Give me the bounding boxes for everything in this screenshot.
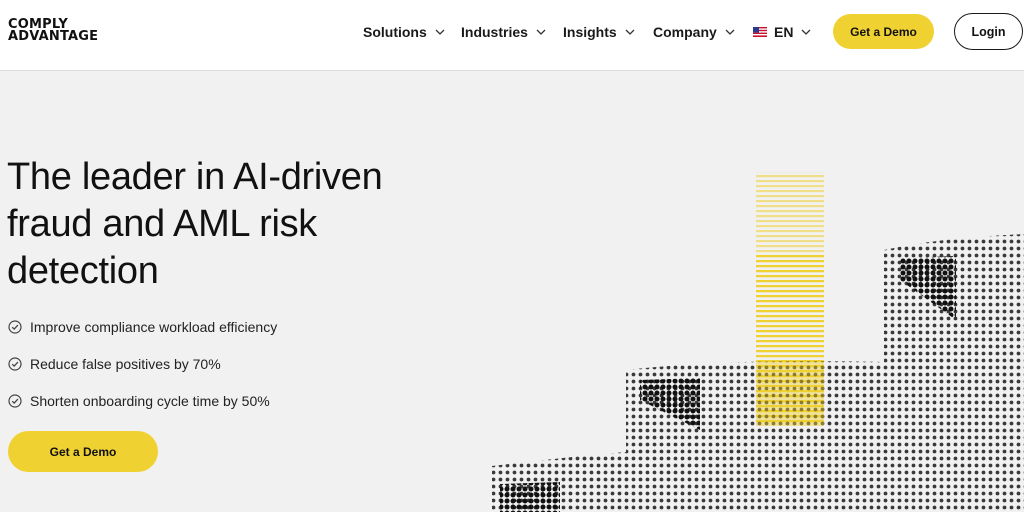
check-circle-icon [8,320,22,334]
benefit-text: Improve compliance workload efficiency [30,319,278,335]
get-demo-button-hero[interactable]: Get a Demo [8,431,158,472]
language-selector[interactable]: EN [753,22,812,42]
benefit-text: Shorten onboarding cycle time by 50% [30,393,270,409]
nav-item-company[interactable]: Company [653,22,736,42]
chevron-down-icon [801,29,811,35]
us-flag-icon [753,27,767,37]
halftone-steps-illustration [492,172,1024,512]
brand-logo[interactable]: COMPLY ADVANTAGE [8,18,99,44]
logo-line-2: ADVANTAGE [8,28,99,44]
chevron-down-icon [625,29,635,35]
benefit-item: Improve compliance workload efficiency [8,316,277,338]
login-button[interactable]: Login [954,13,1023,50]
benefit-text: Reduce false positives by 70% [30,356,221,372]
nav-item-label: Company [653,24,717,40]
nav-item-label: Solutions [363,24,427,40]
benefit-list: Improve compliance workload efficiency R… [8,316,277,427]
get-demo-button-nav[interactable]: Get a Demo [833,14,934,49]
language-label: EN [774,24,794,40]
chevron-down-icon [536,29,546,35]
chevron-down-icon [725,29,735,35]
check-circle-icon [8,394,22,408]
nav-item-industries[interactable]: Industries [461,22,547,42]
top-navbar: COMPLY ADVANTAGE Solutions Industries In… [0,0,1024,71]
hero-title: The leader in AI-driven fraud and AML ri… [7,156,383,292]
check-circle-icon [8,357,22,371]
benefit-item: Shorten onboarding cycle time by 50% [8,390,277,412]
nav-item-solutions[interactable]: Solutions [363,22,446,42]
nav-item-insights[interactable]: Insights [563,22,636,42]
nav-item-label: Insights [563,24,617,40]
benefit-item: Reduce false positives by 70% [8,353,277,375]
chevron-down-icon [435,29,445,35]
nav-item-label: Industries [461,24,528,40]
